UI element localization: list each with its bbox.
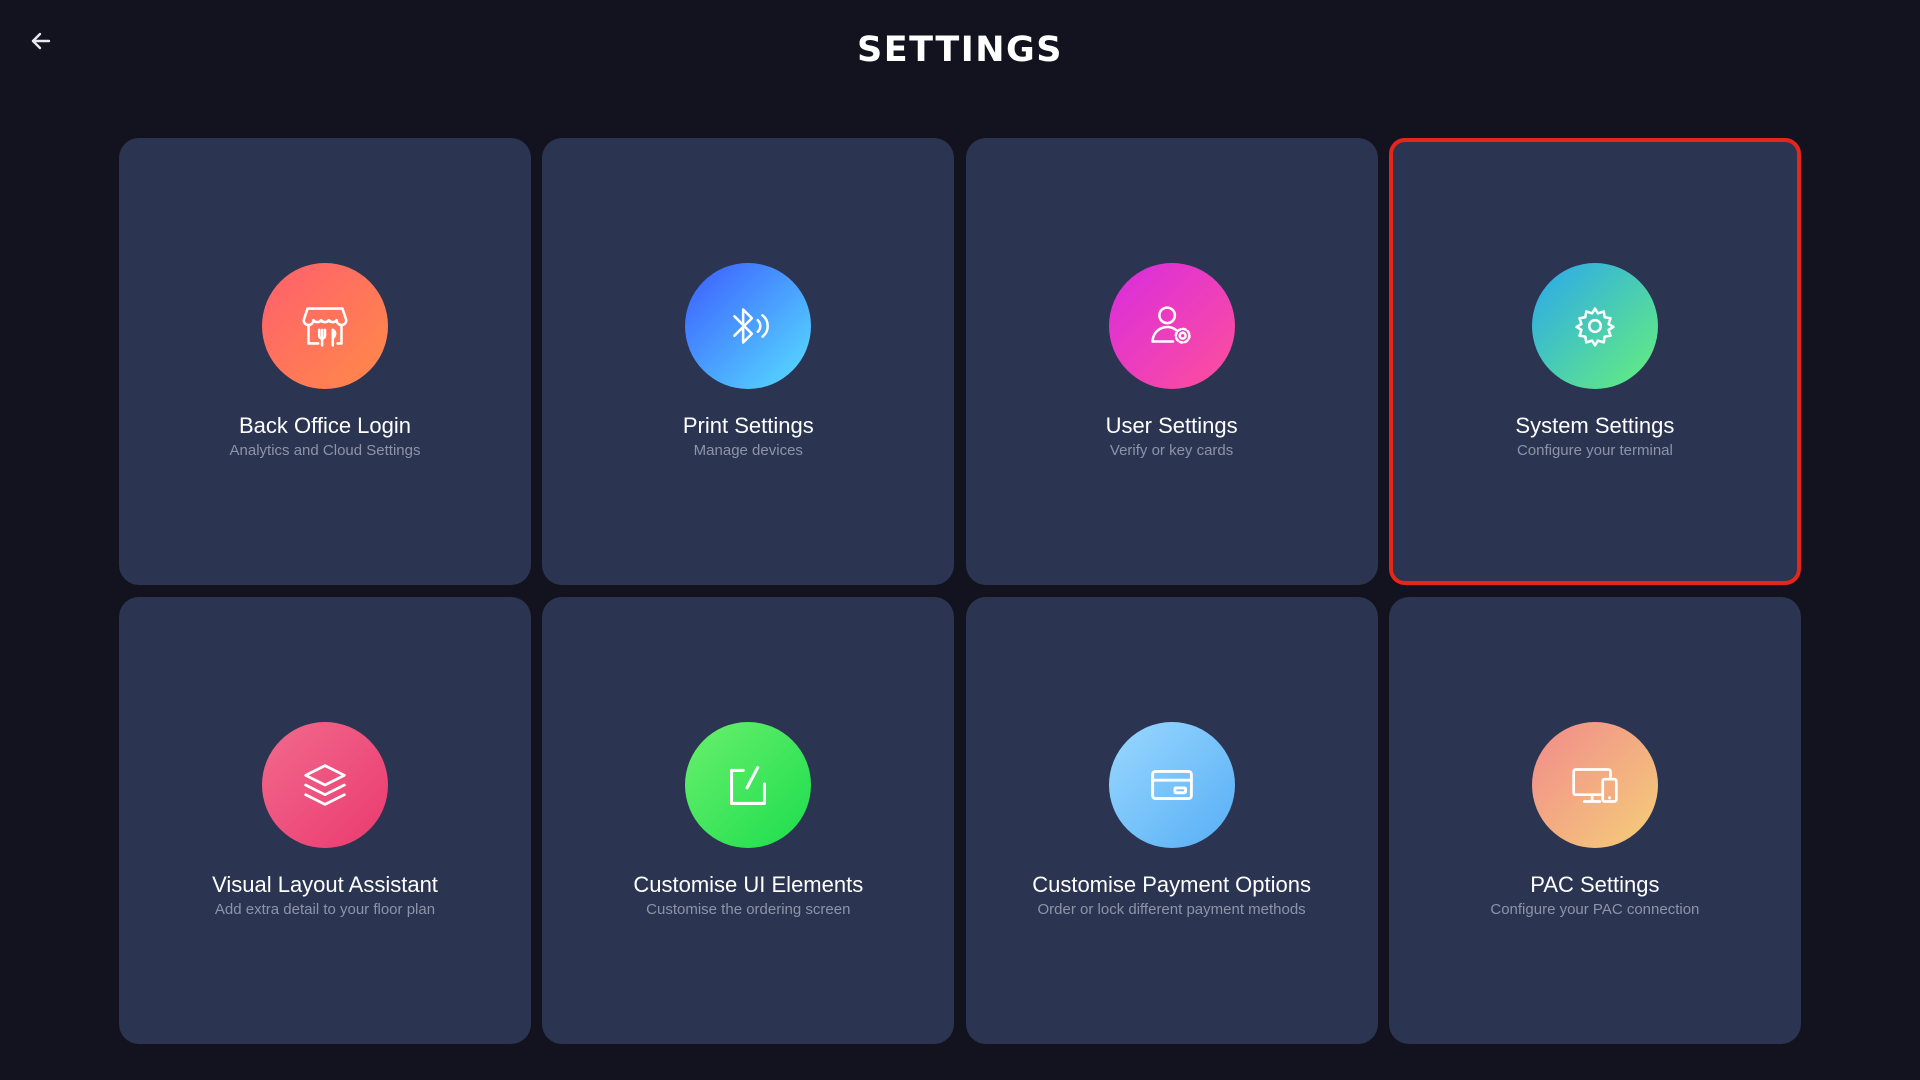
print-settings-card[interactable]: Print Settings Manage devices	[542, 138, 955, 585]
page-title: SETTINGS	[857, 30, 1063, 70]
card-subtitle: Manage devices	[693, 442, 803, 459]
card-title: Customise UI Elements	[633, 872, 864, 897]
card-title: Customise Payment Options	[1032, 872, 1311, 897]
storefront-icon	[302, 307, 348, 347]
card-subtitle: Configure your PAC connection	[1490, 901, 1700, 918]
system-settings-icon-circle	[1531, 263, 1658, 389]
card-title: System Settings	[1515, 413, 1675, 438]
user-settings-icon-circle	[1108, 263, 1235, 389]
card-subtitle: Customise the ordering screen	[646, 901, 851, 918]
card-title: Print Settings	[682, 413, 814, 438]
bluetooth-icon	[733, 308, 770, 344]
user-settings-card[interactable]: User Settings Verify or key cards	[965, 138, 1378, 585]
card-subtitle: Order or lock different payment methods	[1037, 901, 1306, 918]
visual-layout-assistant-card[interactable]: Visual Layout Assistant Add extra detail…	[119, 597, 531, 1044]
system-settings-card[interactable]: System Settings Configure your terminal	[1388, 138, 1801, 585]
user-gear-icon	[1150, 306, 1191, 344]
settings-grid: Back Office Login Analytics and Cloud Se…	[119, 138, 1801, 1044]
card-title: Visual Layout Assistant	[212, 872, 438, 897]
back-office-login-icon-circle	[262, 263, 388, 389]
customise-payment-options-card[interactable]: Customise Payment Options Order or lock …	[965, 597, 1378, 1044]
pac-settings-card[interactable]: PAC Settings Configure your PAC connecti…	[1388, 597, 1801, 1044]
card-subtitle: Add extra detail to your floor plan	[214, 901, 436, 918]
credit-card-icon	[1150, 769, 1193, 801]
visual-layout-assistant-icon-circle	[262, 722, 388, 848]
gear-icon	[1575, 307, 1615, 347]
back-office-login-card[interactable]: Back Office Login Analytics and Cloud Se…	[119, 138, 531, 585]
card-subtitle: Analytics and Cloud Settings	[229, 442, 421, 459]
layers-icon	[304, 764, 346, 806]
card-subtitle: Verify or key cards	[1109, 442, 1234, 459]
pac-settings-icon-circle	[1531, 722, 1658, 848]
card-subtitle: Configure your terminal	[1516, 442, 1673, 459]
edit-icon	[730, 766, 767, 805]
card-title: PAC Settings	[1530, 872, 1660, 897]
print-settings-icon-circle	[685, 263, 812, 389]
customise-ui-elements-card[interactable]: Customise UI Elements Customise the orde…	[542, 597, 955, 1044]
card-title: Back Office Login	[238, 413, 412, 438]
devices-icon	[1572, 768, 1618, 803]
settings-page: SETTINGS Back Office Login Analytics and…	[0, 0, 1920, 1080]
customise-ui-elements-icon-circle	[685, 722, 812, 848]
card-title: User Settings	[1105, 413, 1238, 438]
customise-payment-options-icon-circle	[1108, 722, 1235, 848]
